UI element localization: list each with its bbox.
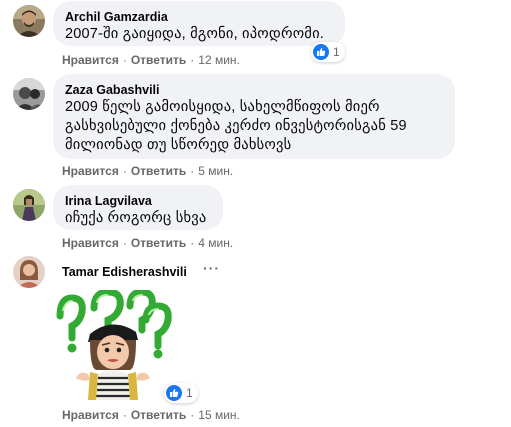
comment-time[interactable]: 15 мин.	[198, 408, 240, 422]
separator: ·	[190, 408, 195, 422]
comment-actions: Нравится · Ответить · 4 мин.	[62, 235, 233, 251]
comment-actions: Нравится · Ответить · 5 мин.	[62, 163, 233, 179]
reply-button[interactable]: Ответить	[131, 236, 186, 250]
reaction-number: 1	[186, 386, 193, 400]
comment-bubble: Archil Gamzardia 2007-ში გაიყიდა, მგონი,…	[53, 1, 345, 46]
comment-text-line: 2009 წელს გამოისყიდა, სახელმწიფოს მიერ	[65, 99, 380, 115]
reply-button[interactable]: Ответить	[131, 53, 186, 67]
comment-text-line: მილიონად თუ სწორედ მახსოვს	[65, 137, 292, 153]
like-icon	[166, 385, 182, 401]
comment-bubble: Irina Lagvilava იჩუქა როგორც სხვა	[53, 185, 223, 230]
comment-text-line: გასხვისებული ქონება კერძო ინვესტორისგან …	[65, 118, 407, 134]
like-button[interactable]: Нравится	[62, 53, 119, 67]
avatar[interactable]	[13, 256, 45, 288]
avatar[interactable]	[13, 78, 45, 110]
reply-button[interactable]: Ответить	[131, 164, 186, 178]
separator: ·	[122, 408, 127, 422]
comment-bubble: Zaza Gabashvili 2009 წელს გამოისყიდა, სა…	[53, 74, 455, 159]
comment-time[interactable]: 4 мин.	[198, 236, 233, 250]
reply-button[interactable]: Ответить	[131, 408, 186, 422]
sticker[interactable]	[50, 288, 174, 400]
separator: ·	[122, 164, 127, 178]
like-button[interactable]: Нравится	[62, 408, 119, 422]
comment-author[interactable]: Irina Lagvilava	[65, 193, 211, 209]
reaction-count[interactable]: 1	[164, 383, 198, 403]
comment-time[interactable]: 5 мин.	[198, 164, 233, 178]
like-button[interactable]: Нравится	[62, 236, 119, 250]
avatar[interactable]	[13, 189, 45, 221]
separator: ·	[190, 53, 195, 67]
comment-text: იჩუქა როგორც სხვა	[65, 210, 207, 226]
reaction-number: 1	[333, 45, 340, 59]
comment-author[interactable]: Archil Gamzardia	[65, 9, 333, 25]
comment-time[interactable]: 12 мин.	[198, 53, 240, 67]
like-icon	[313, 44, 329, 60]
separator: ·	[122, 53, 127, 67]
comment-author[interactable]: Zaza Gabashvili	[65, 82, 443, 98]
separator: ·	[190, 164, 195, 178]
avatar[interactable]	[13, 5, 45, 37]
separator: ·	[190, 236, 195, 250]
comment-text: 2007-ში გაიყიდა, მგონი, იპოდრომი.	[65, 26, 325, 42]
more-options-icon[interactable]: ···	[203, 260, 220, 276]
separator: ·	[122, 236, 127, 250]
like-button[interactable]: Нравится	[62, 164, 119, 178]
reaction-count[interactable]: 1	[311, 42, 345, 62]
comment-actions: Нравится · Ответить · 15 мин.	[62, 407, 240, 423]
comment-author[interactable]: Tamar Edisherashvili	[62, 264, 187, 280]
comment-actions: Нравится · Ответить · 12 мин.	[62, 52, 240, 68]
